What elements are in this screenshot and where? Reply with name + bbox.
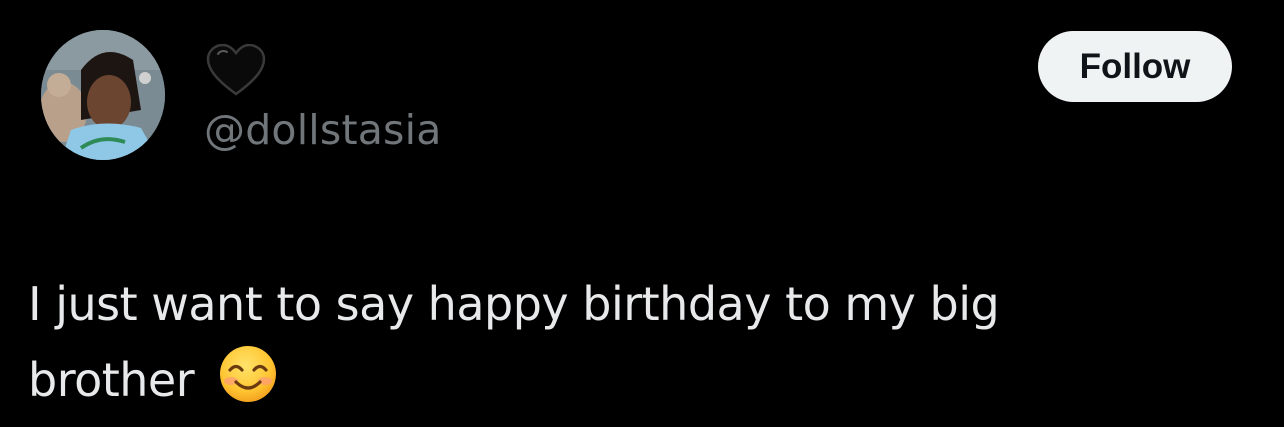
black-heart-icon: 🖤 <box>206 43 266 96</box>
heart-shape <box>206 43 266 96</box>
tweet-body: I just want to say happy birthday to my … <box>28 277 1000 407</box>
user-handle[interactable]: @dollstasia <box>204 104 442 156</box>
display-name: 🖤 <box>206 44 207 45</box>
smiling-face-emoji-icon <box>218 344 278 404</box>
avatar[interactable] <box>41 30 165 160</box>
tweet-card: 🖤 @dollstasia Follow I just want to say … <box>0 0 1284 427</box>
avatar-image <box>41 30 165 160</box>
tweet-text: I just want to say happy birthday to my … <box>28 266 1178 418</box>
follow-button[interactable]: Follow <box>1038 31 1232 102</box>
